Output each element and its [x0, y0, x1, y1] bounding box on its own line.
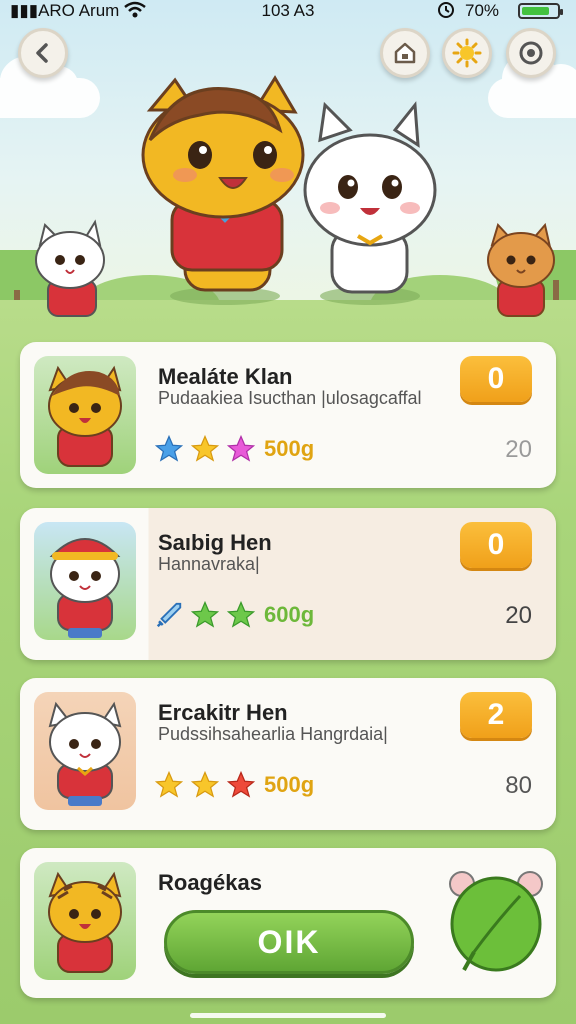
battery-level: [522, 7, 550, 15]
pet-card-3[interactable]: Ercakitr Hen Pudssihsahearlia Hangrdaia|…: [20, 678, 556, 830]
pet-name: Ercakitr Hen: [158, 700, 288, 725]
alarm-icon: [437, 0, 455, 23]
gold-star-icon: [154, 770, 184, 798]
pet-avatar-white-cat-cap: [34, 522, 136, 640]
blue-star-icon: [154, 434, 184, 462]
battery-percent: 70%: [465, 1, 500, 20]
gold-star-icon: [190, 434, 220, 462]
red-star-icon: [226, 770, 256, 798]
pet-avatar-yellow-cat: [34, 862, 136, 980]
small-orange-cat: [487, 222, 555, 317]
rating-stars: [154, 770, 256, 800]
pet-weight: 500g: [264, 772, 315, 797]
pet-subtitle: Hannavraka|: [158, 554, 260, 574]
pet-card-2[interactable]: Saıbig Hen Hannavraka| 600g 0 20: [20, 508, 556, 660]
pet-name: Saıbig Hen: [158, 530, 272, 555]
pet-card-4[interactable]: Roagékas OIK: [20, 848, 556, 998]
rating-stars: [154, 434, 256, 464]
hero-characters: [35, 75, 555, 317]
green-star-icon: [226, 600, 256, 628]
pet-avatar-white-cat: [34, 692, 136, 810]
level-badge[interactable]: 0: [460, 522, 532, 568]
sword-icon: [156, 602, 182, 628]
small-white-cat: [35, 219, 105, 317]
home-indicator[interactable]: [190, 1013, 386, 1018]
white-cat-hero: [303, 101, 437, 294]
ok-button[interactable]: OIK: [164, 910, 414, 974]
pet-weight: 600g: [264, 602, 315, 627]
rating-stars: [154, 600, 256, 630]
pet-subtitle: Pudaakiea Isucthan |ulosagcaffal: [158, 388, 422, 408]
pet-name: Mealáte Klan: [158, 364, 293, 389]
green-leaf-icon[interactable]: [444, 862, 548, 978]
pet-card-1[interactable]: Mealáte Klan Pudaakiea Isucthan |ulosagc…: [20, 342, 556, 488]
pet-weight: 500g: [264, 436, 315, 461]
battery-icon: [518, 3, 563, 19]
gold-star-icon: [190, 770, 220, 798]
pet-name: Roagékas: [158, 870, 262, 895]
pet-score: 20: [505, 602, 532, 629]
pet-score: 20: [505, 436, 532, 463]
yellow-cat-hero: [141, 75, 305, 292]
pet-score: 80: [505, 772, 532, 799]
level-badge[interactable]: 0: [460, 356, 532, 402]
level-badge[interactable]: 2: [460, 692, 532, 738]
pet-subtitle: Pudssihsahearlia Hangrdaia|: [158, 724, 388, 744]
status-bar: ▮▮▮ARO Arum 103 A3 70%: [0, 0, 576, 22]
pink-star-icon: [226, 434, 256, 462]
green-star-icon: [190, 600, 220, 628]
pet-avatar-yellow-cat: [34, 356, 136, 474]
